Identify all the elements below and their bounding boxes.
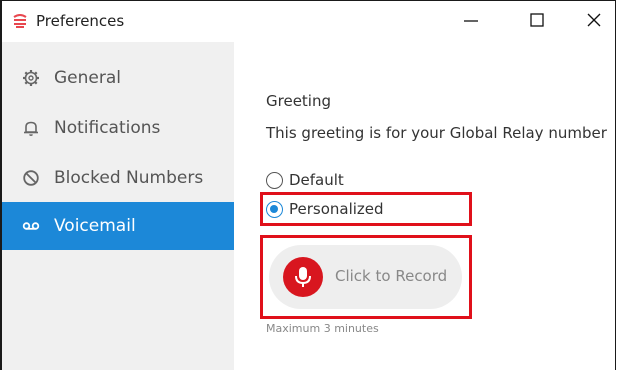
sidebar-item-label: Notifications [54,118,161,138]
block-icon [22,169,40,187]
gear-icon [22,69,40,87]
bell-icon [22,119,40,137]
radio-label: Default [289,171,344,189]
greeting-description: This greeting is for your Global Relay n… [266,124,607,142]
sidebar-item-blocked-numbers[interactable]: Blocked Numbers [2,154,234,202]
radio-default[interactable] [266,171,283,189]
window-title: Preferences [36,12,125,30]
sidebar-item-label: General [54,68,121,88]
app-logo-icon [12,13,28,29]
maximize-button[interactable] [514,1,560,42]
close-icon [586,12,602,32]
minimize-icon [463,12,479,32]
title-bar[interactable]: Preferences [2,1,615,42]
maximize-icon [529,12,545,32]
sidebar-item-general[interactable]: General [2,54,234,102]
highlight-box-record [260,235,472,319]
section-title: Greeting [266,92,331,110]
minimize-button[interactable] [448,1,494,42]
sidebar-item-notifications[interactable]: Notifications [2,104,234,152]
max-duration-note: Maximum 3 minutes [266,322,379,335]
radio-option-default[interactable]: Default [266,171,344,189]
sidebar: General Notifications Blocked Numbers Vo… [2,42,234,370]
voicemail-icon [22,217,40,235]
preferences-window: Preferences General Notifications Blocke… [0,0,616,370]
sidebar-item-label: Voicemail [54,216,136,236]
close-button[interactable] [571,1,617,42]
sidebar-item-label: Blocked Numbers [54,168,204,188]
sidebar-item-voicemail[interactable]: Voicemail [2,202,234,250]
highlight-box-personalized [260,192,472,226]
voicemail-settings-panel: Greeting This greeting is for your Globa… [234,42,615,370]
